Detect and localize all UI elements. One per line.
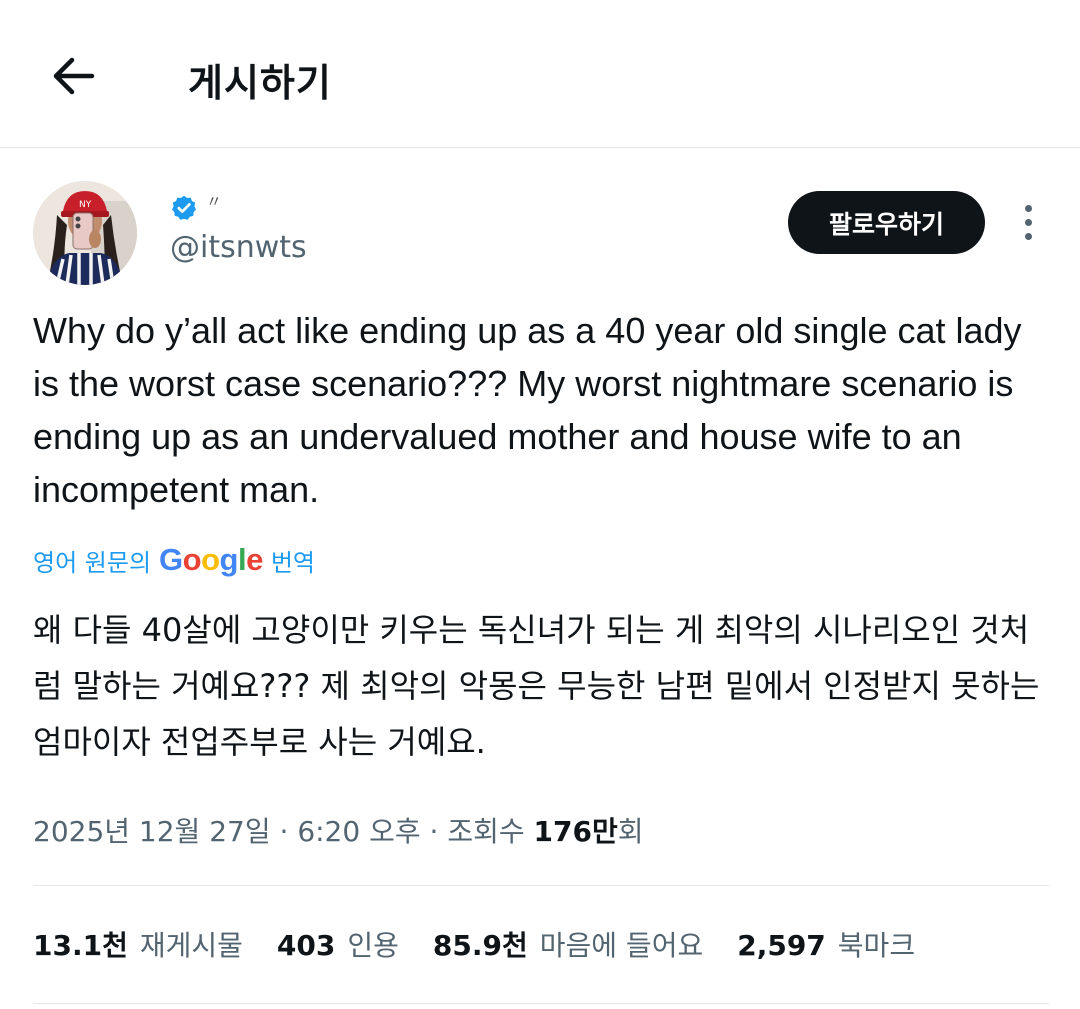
- more-options-icon[interactable]: [1008, 200, 1048, 244]
- views-count: 176만: [533, 815, 618, 848]
- arrow-left-icon: [53, 57, 95, 95]
- stat-label: 인용: [347, 929, 399, 962]
- translate-prefix: 영어 원문의: [33, 548, 152, 577]
- divider: [33, 1003, 1049, 1004]
- page-title: 게시하기: [188, 61, 332, 105]
- tweet-meta: 2025년 12월 27일 · 6:20 오후 · 조회수 176만회: [33, 810, 644, 850]
- post-time[interactable]: 6:20 오후: [297, 815, 420, 848]
- stat-value: 13.1천: [33, 929, 128, 962]
- stat-likes[interactable]: 85.9천 마음에 들어요: [433, 924, 703, 964]
- stat-label: 북마크: [837, 929, 916, 962]
- top-bar: 게시하기: [0, 0, 1080, 148]
- divider: [33, 885, 1049, 886]
- avatar[interactable]: NY: [33, 181, 137, 285]
- stat-value: 85.9천: [432, 929, 528, 962]
- meta-separator: ·: [270, 815, 298, 848]
- avatar-image: NY: [33, 181, 137, 285]
- post-date[interactable]: 2025년 12월 27일: [33, 815, 271, 848]
- back-button[interactable]: [40, 42, 108, 110]
- views-suffix: 회: [617, 815, 644, 848]
- translate-suffix: 번역: [270, 548, 316, 577]
- author-name-row[interactable]: 〃: [170, 193, 222, 223]
- stat-value: 2,597: [737, 929, 826, 962]
- meta-separator: ·: [420, 815, 448, 848]
- more-dot: [1024, 232, 1032, 240]
- more-dot: [1024, 204, 1032, 212]
- translate-link[interactable]: 영어 원문의 Google 번역: [33, 540, 315, 580]
- author-handle[interactable]: @itsnwts: [170, 230, 307, 265]
- stat-label: 재게시물: [139, 929, 243, 962]
- stat-reposts[interactable]: 13.1천 재게시물: [33, 924, 243, 964]
- stat-bookmarks[interactable]: 2,597 북마크: [737, 924, 915, 964]
- post-detail-page: 게시하기 NY 〃 @itsnwts 팔로우하기 Why do y’all ac…: [0, 0, 1080, 1009]
- author-name: 〃: [206, 192, 223, 211]
- views-label: 조회수: [447, 815, 525, 848]
- google-logo: Google: [159, 542, 263, 577]
- tweet-text: Why do y’all act like ending up as a 40 …: [33, 310, 1022, 510]
- translated-text: 왜 다들 40살에 고양이만 키우는 독신녀가 되는 게 최악의 시나리오인 것…: [33, 611, 1040, 761]
- follow-button[interactable]: 팔로우하기: [788, 191, 985, 254]
- stat-value: 403: [276, 929, 336, 962]
- stat-label: 마음에 들어요: [539, 929, 704, 962]
- stat-quotes[interactable]: 403 인용: [277, 924, 399, 964]
- svg-text:NY: NY: [79, 200, 92, 210]
- more-dot: [1024, 218, 1032, 226]
- verified-badge-icon: [171, 195, 197, 220]
- engagement-stats: 13.1천 재게시물 403 인용 85.9천 마음에 들어요 2,597 북마…: [33, 922, 915, 966]
